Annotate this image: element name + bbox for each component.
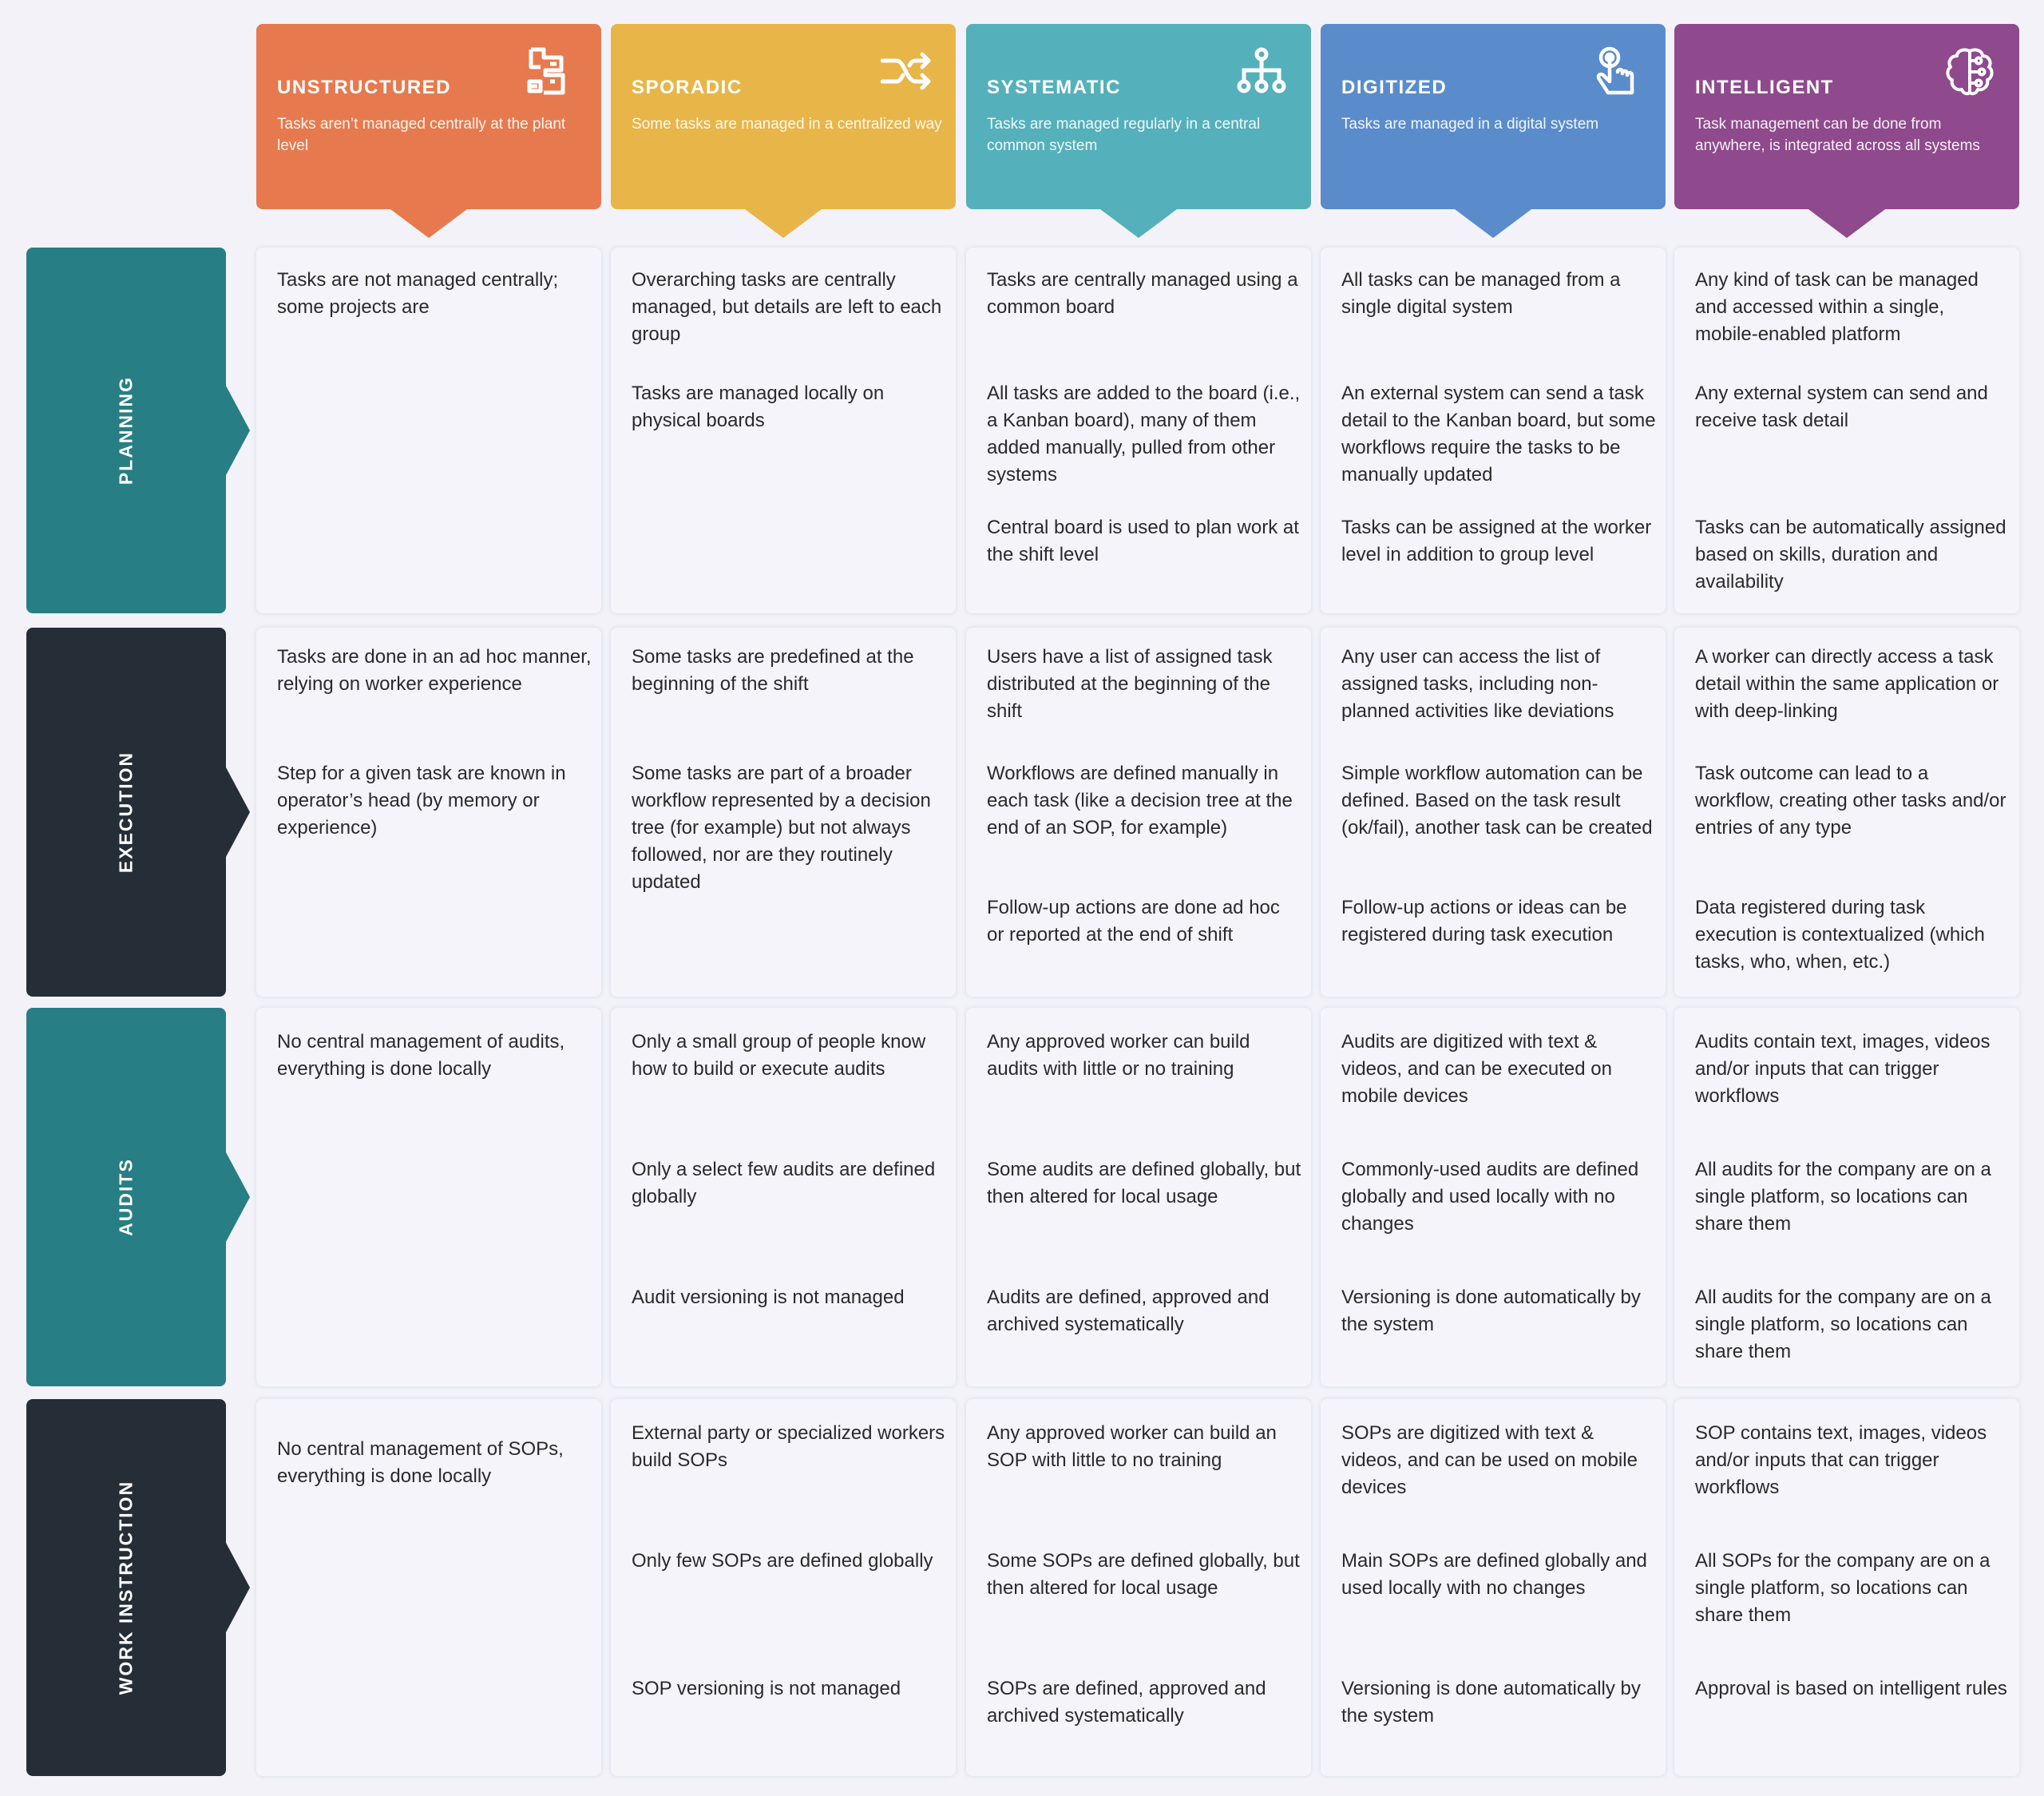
cell-item: Any external system can send and receive… [1695,383,1988,431]
cell-item: Follow-up actions are done ad hoc or rep… [987,897,1280,946]
grid-cell: Audits are digitized with text & videos,… [1321,1008,1666,1386]
row-label-work-instruction: WORK INSTRUCTION [26,1399,250,1776]
cell-item: SOP versioning is not managed [632,1678,901,1699]
brain-circuit-icon [1944,46,1995,97]
cell-item: Approval is based on intelligent rules [1695,1678,2007,1699]
cell-item: External party or specialized workers bu… [632,1422,945,1471]
cell-item: Any approved worker can build audits wit… [987,1031,1250,1080]
cell-item: Tasks are managed locally on physical bo… [632,383,885,431]
row-label-audits: AUDITS [26,1008,250,1386]
cell-item: Audits are digitized with text & videos,… [1341,1031,1612,1107]
cell-item: Any kind of task can be managed and acce… [1695,269,1979,345]
grid-cell: Any user can access the list of assigned… [1321,628,1666,997]
cell-item: Main SOPs are defined globally and used … [1341,1550,1647,1599]
cell-item: Data registered during task execution is… [1695,897,1985,973]
grid-cell: Some tasks are predefined at the beginni… [611,628,956,997]
cell-item: Commonly-used audits are defined globall… [1341,1159,1639,1235]
grid-cell: External party or specialized workers bu… [611,1399,956,1776]
grid-cell: Any approved worker can build audits wit… [966,1008,1311,1386]
cell-item: Users have a list of assigned task distr… [987,646,1273,722]
cell-item: Audit versioning is not managed [632,1287,905,1308]
row-label-execution: EXECUTION [26,628,250,997]
row-label-text: WORK INSTRUCTION [115,1480,137,1695]
level-header-systematic: SYSTEMATIC Tasks are managed regularly i… [966,24,1311,238]
grid-cell: Audits contain text, images, videos and/… [1674,1008,2019,1386]
level-title: SPORADIC [632,77,743,98]
level-header-intelligent: INTELLIGENT Task management can be done … [1674,24,2019,238]
level-description: Tasks are managed in a digital system [1341,116,1599,133]
cell-item: SOPs are defined, approved and archived … [987,1678,1266,1727]
grid-cell: SOP contains text, images, videos and/or… [1674,1399,2019,1776]
grid-cell: Users have a list of assigned task distr… [966,628,1311,997]
level-header-digitized: DIGITIZED Tasks are managed in a digital… [1321,24,1666,238]
grid-cell: No central management of audits, everyth… [256,1008,601,1386]
cell-item: Only few SOPs are defined globally [632,1550,933,1572]
cell-item: Some SOPs are defined globally, but then… [987,1550,1300,1599]
grid-cell: Any approved worker can build an SOP wit… [966,1399,1311,1776]
cell-item: Any approved worker can build an SOP wit… [987,1422,1277,1471]
grid-cell: No central management of SOPs, everythin… [256,1399,601,1776]
cell-item: Tasks are not managed centrally; some pr… [277,269,559,318]
cell-item: All tasks are added to the board (i.e., … [987,383,1301,486]
shuffle-icon [880,46,932,97]
cell-item: All audits for the company are on a sing… [1695,1287,1991,1362]
level-header-sporadic: SPORADIC Some tasks are managed in a cen… [611,24,956,238]
row-label-text: AUDITS [115,1158,137,1236]
cell-item: Task outcome can lead to a workflow, cre… [1695,763,2006,839]
level-description: Tasks are managed regularly in a central… [987,116,1261,154]
cell-item: Central board is used to plan work at th… [987,517,1299,565]
row-label-text: PLANNING [115,375,137,486]
cell-item: SOP contains text, images, videos and/or… [1695,1422,1987,1498]
cell-item: Simple workflow automation can be define… [1341,763,1653,839]
cell-item: Workflows are defined manually in each t… [987,763,1293,839]
row-label-planning: PLANNING [26,248,250,613]
cell-item: Some tasks are predefined at the beginni… [632,646,914,695]
cell-item: Step for a given task are known in opera… [277,763,566,839]
cell-item: Tasks are centrally managed using a comm… [987,269,1298,318]
grid-cell: Only a small group of people know how to… [611,1008,956,1386]
touch-hand-icon [1590,46,1642,97]
grid-cell: Tasks are done in an ad hoc manner, rely… [256,628,601,997]
cell-item: A worker can directly access a task deta… [1695,646,1999,722]
cell-item: Any user can access the list of assigned… [1341,646,1614,722]
cell-item: Some audits are defined globally, but th… [987,1159,1301,1207]
cell-item: All SOPs for the company are on a single… [1695,1550,1991,1626]
cell-item: Tasks are done in an ad hoc manner, rely… [277,646,592,695]
cell-item: Versioning is done automatically by the … [1341,1287,1641,1335]
cell-item: SOPs are digitized with text & videos, a… [1341,1422,1638,1498]
cell-item: No central management of audits, everyth… [277,1031,565,1080]
cell-item: Audits are defined, approved and archive… [987,1287,1270,1335]
level-description: Tasks aren’t managed centrally at the pl… [277,116,566,154]
cell-item: An external system can send a task detai… [1341,383,1656,486]
level-title: INTELLIGENT [1695,77,1834,98]
cell-item: Some tasks are part of a broader workflo… [632,763,931,893]
cell-item: Only a select few audits are defined glo… [632,1159,936,1207]
cell-item: Tasks can be assigned at the worker leve… [1341,517,1652,565]
grid-cell: Overarching tasks are centrally managed,… [611,248,956,613]
level-title: UNSTRUCTURED [277,77,451,98]
level-header-unstructured: UNSTRUCTURED Tasks aren’t managed centra… [256,24,601,238]
level-description: Some tasks are managed in a centralized … [632,116,942,133]
cell-item: Follow-up actions or ideas can be regist… [1341,897,1627,946]
cell-item: All audits for the company are on a sing… [1695,1159,1991,1235]
row-label-text: EXECUTION [115,751,137,874]
level-title: DIGITIZED [1341,77,1448,98]
cell-item: Tasks can be automatically assigned base… [1695,517,2006,593]
maze-icon [526,46,577,97]
cell-item: Audits contain text, images, videos and/… [1695,1031,1991,1107]
grid-cell: Any kind of task can be managed and acce… [1674,248,2019,613]
cell-item: All tasks can be managed from a single d… [1341,269,1621,318]
cell-item: Overarching tasks are centrally managed,… [632,269,942,345]
hierarchy-icon [1236,46,1287,97]
cell-item: Only a small group of people know how to… [632,1031,926,1080]
level-description: Task management can be done from anywher… [1695,116,1980,154]
grid-cell: All tasks can be managed from a single d… [1321,248,1666,613]
cell-item: Versioning is done automatically by the … [1341,1678,1641,1727]
grid-cell: Tasks are not managed centrally; some pr… [256,248,601,613]
grid-cell: SOPs are digitized with text & videos, a… [1321,1399,1666,1776]
grid-cell: A worker can directly access a task deta… [1674,628,2019,997]
level-title: SYSTEMATIC [987,77,1121,98]
cell-item: No central management of SOPs, everythin… [277,1438,564,1487]
grid-cell: Tasks are centrally managed using a comm… [966,248,1311,613]
